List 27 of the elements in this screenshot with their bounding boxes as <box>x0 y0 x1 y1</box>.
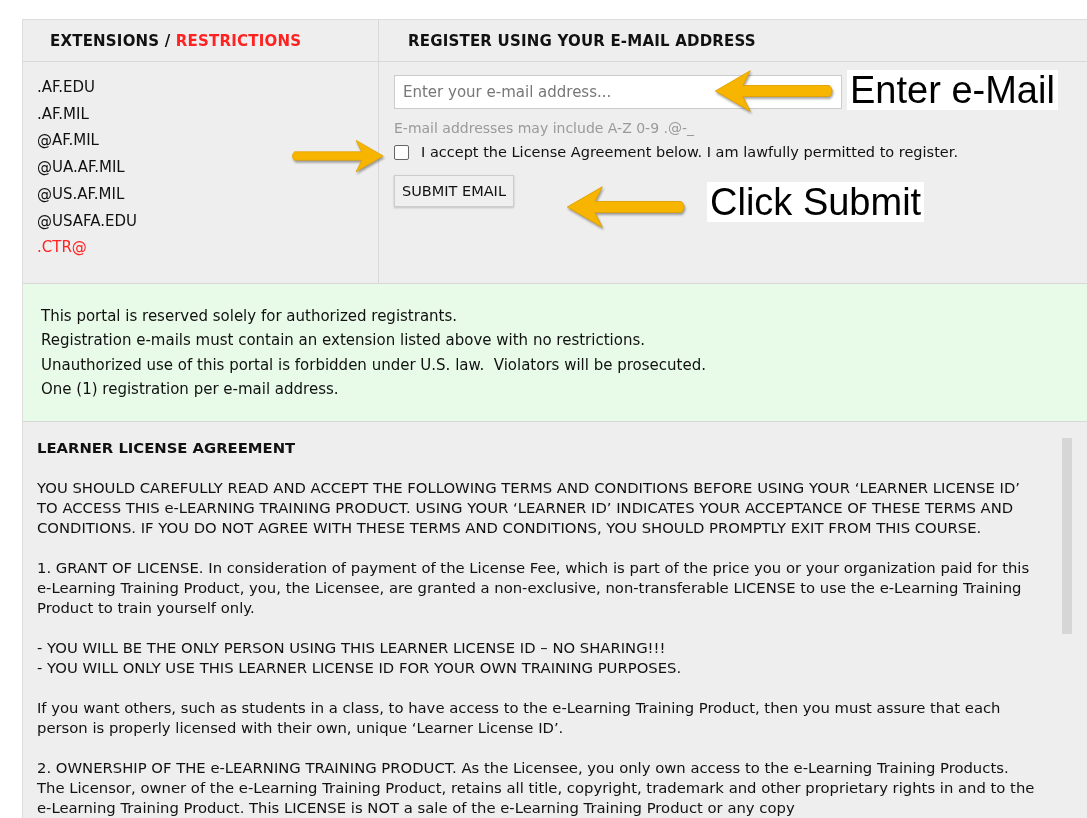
annotation-label: Enter e-Mail <box>847 70 1058 110</box>
annotation-label: Click Submit <box>707 182 925 222</box>
extensions-heading: EXTENSIONS / RESTRICTIONS <box>50 31 302 50</box>
register-heading: REGISTER USING YOUR E-MAIL ADDRESS <box>408 31 756 50</box>
notice-line: Unauthorized use of this portal is forbidden under U.S. law. Violators will be prosecuted. <box>41 354 707 376</box>
license-text: 1. GRANT OF LICENSE. In consideration of payment of the License Fee, which is part of the price you or your organization paid for this e-Learning Training Product, you, the Licensee, are granted a non-exclusive, non-transferable LICENSE to use the e-Learning Training Product to train yourself only. <box>37 558 1031 619</box>
scrollbar[interactable] <box>1062 438 1072 635</box>
extension-item: @US.AF.MIL <box>37 183 126 205</box>
extension-item: @UA.AF.MIL <box>37 157 126 179</box>
accept-label: I accept the License Agreement below. I am lawfully permitted to register. <box>421 144 958 160</box>
email-hint: E-mail addresses may include A-Z 0-9 .@-_ <box>394 120 694 136</box>
license-text: YOU SHOULD CAREFULLY READ AND ACCEPT THE FOLLOWING TERMS AND CONDITIONS BEFORE USING YOUR ‘LEARNER LICENSE ID’ TO ACCESS THIS e-LEARNING TRAINING PRODUCT. USING YOUR ‘LEARNER ID’ INDICATES YOUR ACCEPTANCE OF THESE TERMS AND CONDITIONS. IF YOU DO NOT AGREE WITH THESE TERMS AND CONDITIONS, YOU SHOULD PROMPTLY EXIT FROM THIS COURSE. <box>37 478 1022 539</box>
license-title: LEARNER LICENSE AGREEMENT <box>37 438 297 459</box>
extension-item: .CTR@ <box>37 237 88 259</box>
notice-line: One (1) registration per e-mail address. <box>41 378 340 400</box>
license-text: - YOU WILL ONLY USE THIS LEARNER LICENSE ID FOR YOUR OWN TRAINING PURPOSES. <box>37 658 683 679</box>
extension-item: .AF.EDU <box>37 77 97 98</box>
notice-line: Registration e-mails must contain an extension listed above with no restrictions. <box>41 330 646 352</box>
notice-line: This portal is reserved solely for authorized registrants. <box>41 305 459 327</box>
extension-item: @USAFA.EDU <box>37 210 139 232</box>
license-text: 2. OWNERSHIP OF THE e-LEARNING TRAINING PRODUCT. As the Licensee, you only own access to the e-Learning Training Products. The Licensor, owner of the e-Learning Training Product, retains all title, copyright, trademark and other proprietary rights in and to the e-Learning Training Product. This LICENSE is NOT a sale of the e-Learning Training Product or any copy <box>37 758 1036 818</box>
license-text: - YOU WILL BE THE ONLY PERSON USING THIS LEARNER LICENSE ID – NO SHARING!!! <box>37 638 667 659</box>
extension-item: @AF.MIL <box>37 130 100 152</box>
license-text: If you want others, such as students in a class, to have access to the e-Learning Training Product, then you must assure that each person is properly licensed with their own, unique ‘Learner License ID’. <box>37 698 1002 739</box>
extension-item: .AF.MIL <box>37 103 90 125</box>
submit-email-button[interactable]: SUBMIT EMAIL <box>394 175 514 207</box>
accept-checkbox[interactable] <box>394 144 409 160</box>
